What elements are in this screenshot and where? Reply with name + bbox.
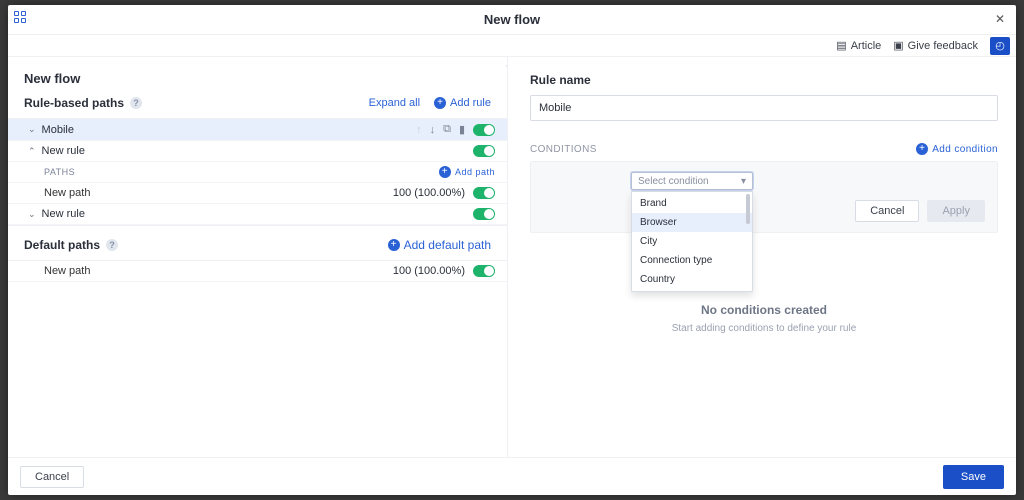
add-path-link[interactable]: +Add path [439, 166, 495, 178]
option-brand[interactable]: Brand [632, 194, 752, 213]
default-path-row[interactable]: New path 100 (100.00%) [8, 261, 507, 282]
option-city[interactable]: City [632, 232, 752, 251]
flow-heading: New flow [8, 57, 507, 96]
article-link[interactable]: ▤Article [836, 39, 881, 52]
help-dot-icon[interactable]: ? [130, 97, 142, 109]
chevron-down-icon: ⌄ [28, 124, 36, 135]
move-down-icon[interactable]: ↓ [430, 124, 436, 136]
right-panel: Rule name CONDITIONS +Add condition Sele… [508, 57, 1016, 457]
doc-icon: ▤ [836, 39, 846, 52]
plus-icon: + [434, 97, 446, 109]
plus-icon: + [439, 166, 451, 178]
rule-row[interactable]: ⌄New rule [8, 204, 507, 225]
footer-cancel-button[interactable]: Cancel [20, 466, 84, 488]
add-rule-link[interactable]: +Add rule [434, 97, 491, 109]
plus-icon: + [916, 143, 928, 155]
footer: Cancel Save [8, 457, 1016, 495]
condition-cancel-button[interactable]: Cancel [855, 200, 919, 222]
rule-based-label: Rule-based paths ? [24, 96, 142, 110]
conditions-header: CONDITIONS +Add condition [530, 143, 998, 155]
modal-title: New flow [484, 12, 540, 27]
delete-icon[interactable]: ▮ [459, 123, 465, 136]
rule-based-header: Rule-based paths ? Expand all +Add rule [8, 96, 507, 119]
paths-subheader: PATHS +Add path [8, 162, 507, 183]
path-toggle[interactable] [473, 265, 495, 277]
left-panel: ⇠⇢ New flow Rule-based paths ? Expand al… [8, 57, 508, 457]
chevron-down-icon: ⌄ [28, 209, 36, 220]
scrollbar-thumb[interactable] [746, 194, 750, 224]
rule-toggle[interactable] [473, 208, 495, 220]
rule-name-input[interactable] [530, 95, 998, 121]
rule-row[interactable]: ⌃New rule [8, 141, 507, 162]
plus-icon: + [388, 239, 400, 251]
option-country[interactable]: Country [632, 270, 752, 289]
rule-toggle[interactable] [473, 124, 495, 136]
empty-subtitle: Start adding conditions to define your r… [530, 323, 998, 334]
condition-apply-button[interactable]: Apply [927, 200, 985, 222]
chevron-up-icon: ⌃ [28, 146, 36, 157]
feedback-link[interactable]: ▣Give feedback [893, 39, 978, 52]
empty-state: No conditions created Start adding condi… [530, 303, 998, 334]
footer-save-button[interactable]: Save [943, 465, 1004, 489]
rule-toggle[interactable] [473, 145, 495, 157]
copy-icon[interactable]: ⧉ [443, 123, 451, 136]
add-default-path-link[interactable]: +Add default path [388, 238, 491, 252]
toolbar: ▤Article ▣Give feedback ◴ [8, 35, 1016, 57]
collapse-icon[interactable] [14, 11, 28, 23]
rule-row-mobile[interactable]: ⌄Mobile ↑ ↓ ⧉ ▮ [8, 119, 507, 141]
default-paths-header: Default paths? +Add default path [8, 225, 507, 261]
help-dot-icon[interactable]: ? [106, 239, 118, 251]
option-connection-type[interactable]: Connection type [632, 251, 752, 270]
option-browser[interactable]: Browser [632, 213, 752, 232]
modal-header: New flow ✕ [8, 5, 1016, 35]
expand-all-link[interactable]: Expand all [369, 97, 420, 109]
condition-select[interactable]: Select condition ▾ [631, 172, 753, 190]
empty-title: No conditions created [530, 303, 998, 317]
rule-name-label: Rule name [530, 73, 998, 87]
help-icon[interactable]: ◴ [990, 37, 1010, 55]
condition-options: Brand Browser City Connection type Count… [631, 191, 753, 292]
caret-down-icon: ▾ [741, 176, 746, 187]
move-up-icon[interactable]: ↑ [416, 124, 422, 136]
add-condition-link[interactable]: +Add condition [916, 143, 998, 155]
new-flow-modal: New flow ✕ ▤Article ▣Give feedback ◴ ⇠⇢ … [8, 5, 1016, 495]
path-toggle[interactable] [473, 187, 495, 199]
path-row[interactable]: New path 100 (100.00%) [8, 183, 507, 204]
close-icon[interactable]: ✕ [992, 11, 1008, 27]
condition-panel: Select condition ▾ Brand Browser City Co… [530, 161, 998, 233]
content: ⇠⇢ New flow Rule-based paths ? Expand al… [8, 57, 1016, 457]
chat-icon: ▣ [893, 39, 903, 52]
